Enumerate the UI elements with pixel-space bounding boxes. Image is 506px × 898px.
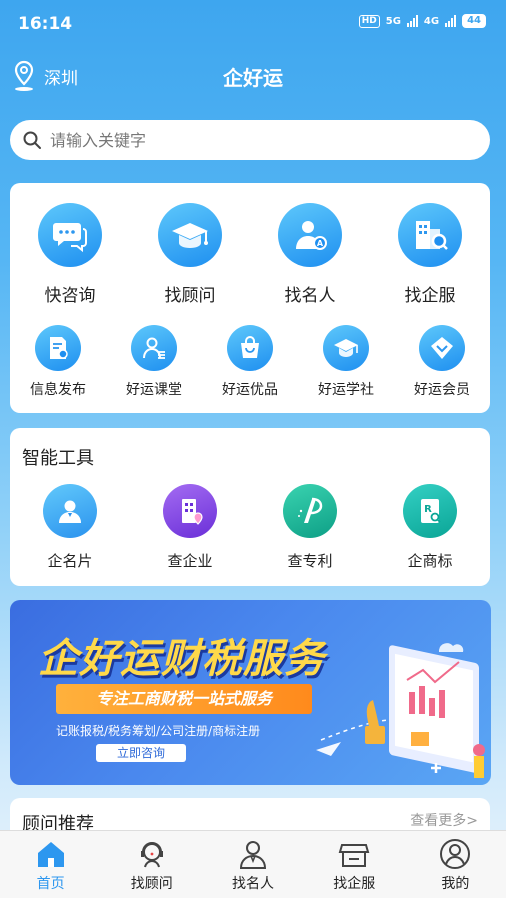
action-label: 好运会员 — [414, 382, 470, 398]
tab-label: 找名人 — [232, 876, 274, 892]
advisor-headset-icon — [140, 842, 163, 868]
tool-search-company[interactable]: 查企业 — [130, 484, 250, 571]
tab-label: 首页 — [36, 876, 65, 892]
promo-banner[interactable]: 企好运财税服务 专注工商财税一站式服务 记账报税/税务筹划/公司注册/商标注册 … — [10, 600, 491, 785]
action-lucky-academy[interactable]: 好运学社 — [298, 325, 394, 399]
banner-illustration — [316, 643, 485, 778]
action-quick-consult[interactable]: 快咨询 — [10, 203, 130, 306]
bottom-tab-bar: 首页 找顾问 找名人 找企服 我的 — [0, 830, 506, 898]
action-find-advisor[interactable]: 找顾问 — [130, 203, 250, 306]
signal-icon — [445, 15, 457, 27]
action-label: 找企服 — [404, 286, 456, 306]
tool-search-patent[interactable]: 查专利 — [250, 484, 370, 571]
action-label: 好运课堂 — [126, 382, 182, 398]
shopping-bag-icon — [241, 336, 259, 358]
person-icon — [239, 841, 267, 869]
banner-subtitle: 专注工商财税一站式服务 — [56, 684, 312, 714]
search-input[interactable] — [50, 130, 450, 150]
action-lucky-goods[interactable]: 好运优品 — [202, 325, 298, 399]
signal-icon — [406, 15, 418, 27]
sub-actions-row: 信息发布 好运课堂 好运优品 好运学社 好运会员 — [10, 325, 490, 399]
tab-home[interactable]: 首页 — [0, 831, 101, 898]
tab-find-service[interactable]: 找企服 — [304, 831, 405, 898]
action-label: 快咨询 — [44, 286, 96, 306]
tool-label: 查企业 — [167, 552, 213, 570]
svg-text:R: R — [424, 504, 432, 515]
smart-tools-card: 智能工具 企名片 查企业 查专利 R 企商标 — [10, 428, 490, 586]
teacher-icon — [143, 337, 165, 359]
tool-label: 企名片 — [47, 552, 93, 570]
tab-find-advisor[interactable]: 找顾问 — [101, 831, 202, 898]
banner-consult-button[interactable]: 立即咨询 — [96, 744, 186, 762]
action-label: 找顾问 — [164, 286, 216, 306]
diamond-icon — [431, 337, 453, 359]
patent-icon — [298, 497, 323, 523]
action-find-celebrity[interactable]: A 找名人 — [250, 203, 370, 306]
app-header: 深圳 企好运 — [0, 54, 506, 98]
battery-icon: 44 — [462, 14, 486, 28]
section-title: 智能工具 — [22, 448, 94, 469]
search-icon — [23, 131, 41, 149]
trademark-icon: R — [421, 499, 441, 523]
tab-label: 我的 — [441, 876, 470, 892]
status-time: 16:14 — [18, 14, 73, 34]
profile-icon — [440, 839, 471, 869]
tools-row: 企名片 查企业 查专利 R 企商标 — [10, 484, 490, 571]
tab-label: 找顾问 — [130, 876, 173, 892]
net-4g-label: 4G — [423, 15, 440, 27]
banner-title: 企好运财税服务 — [38, 636, 325, 682]
user-card-icon — [59, 500, 81, 523]
tab-label: 找企服 — [333, 876, 376, 892]
quick-actions-card: 快咨询 找顾问 A 找名人 找企服 信息发布 好运课堂 好运优品 好运学社 好运… — [10, 183, 490, 413]
action-label: 好运优品 — [222, 382, 278, 398]
svg-text:A: A — [317, 239, 324, 248]
graduation-cap-icon — [172, 223, 208, 248]
tool-label: 企商标 — [407, 552, 453, 570]
chat-bubbles-icon — [53, 223, 87, 253]
tool-company-card[interactable]: 企名片 — [10, 484, 130, 571]
building-search-icon — [416, 221, 448, 250]
home-icon — [37, 842, 64, 867]
tab-mine[interactable]: 我的 — [405, 831, 506, 898]
document-publish-icon — [50, 337, 68, 359]
action-label: 找名人 — [284, 286, 336, 306]
tool-label: 查专利 — [287, 552, 333, 570]
status-bar: 16:14 HD 5G 4G 44 — [0, 0, 506, 48]
page-title: 企好运 — [223, 66, 283, 90]
view-more-link[interactable]: 查看更多> — [410, 810, 478, 830]
net-5g-label: 5G — [385, 15, 401, 27]
action-info-publish[interactable]: 信息发布 — [10, 325, 106, 399]
action-label: 好运学社 — [318, 382, 374, 398]
hd-icon: HD — [358, 14, 380, 28]
action-label: 信息发布 — [30, 382, 86, 398]
search-bar[interactable] — [10, 120, 490, 160]
tool-trademark[interactable]: R 企商标 — [370, 484, 490, 571]
banner-description: 记账报税/税务筹划/公司注册/商标注册 — [56, 724, 261, 738]
building-location-icon — [182, 499, 203, 525]
tab-find-celebrity[interactable]: 找名人 — [202, 831, 303, 898]
graduation-cap-icon — [334, 339, 358, 357]
action-lucky-class[interactable]: 好运课堂 — [106, 325, 202, 399]
action-find-service[interactable]: 找企服 — [370, 203, 490, 306]
status-icons: HD 5G 4G 44 — [358, 14, 486, 28]
action-lucky-member[interactable]: 好运会员 — [394, 325, 490, 399]
person-badge-icon: A — [296, 221, 327, 250]
store-icon — [338, 844, 370, 867]
main-actions-row: 快咨询 找顾问 A 找名人 找企服 — [10, 203, 490, 306]
